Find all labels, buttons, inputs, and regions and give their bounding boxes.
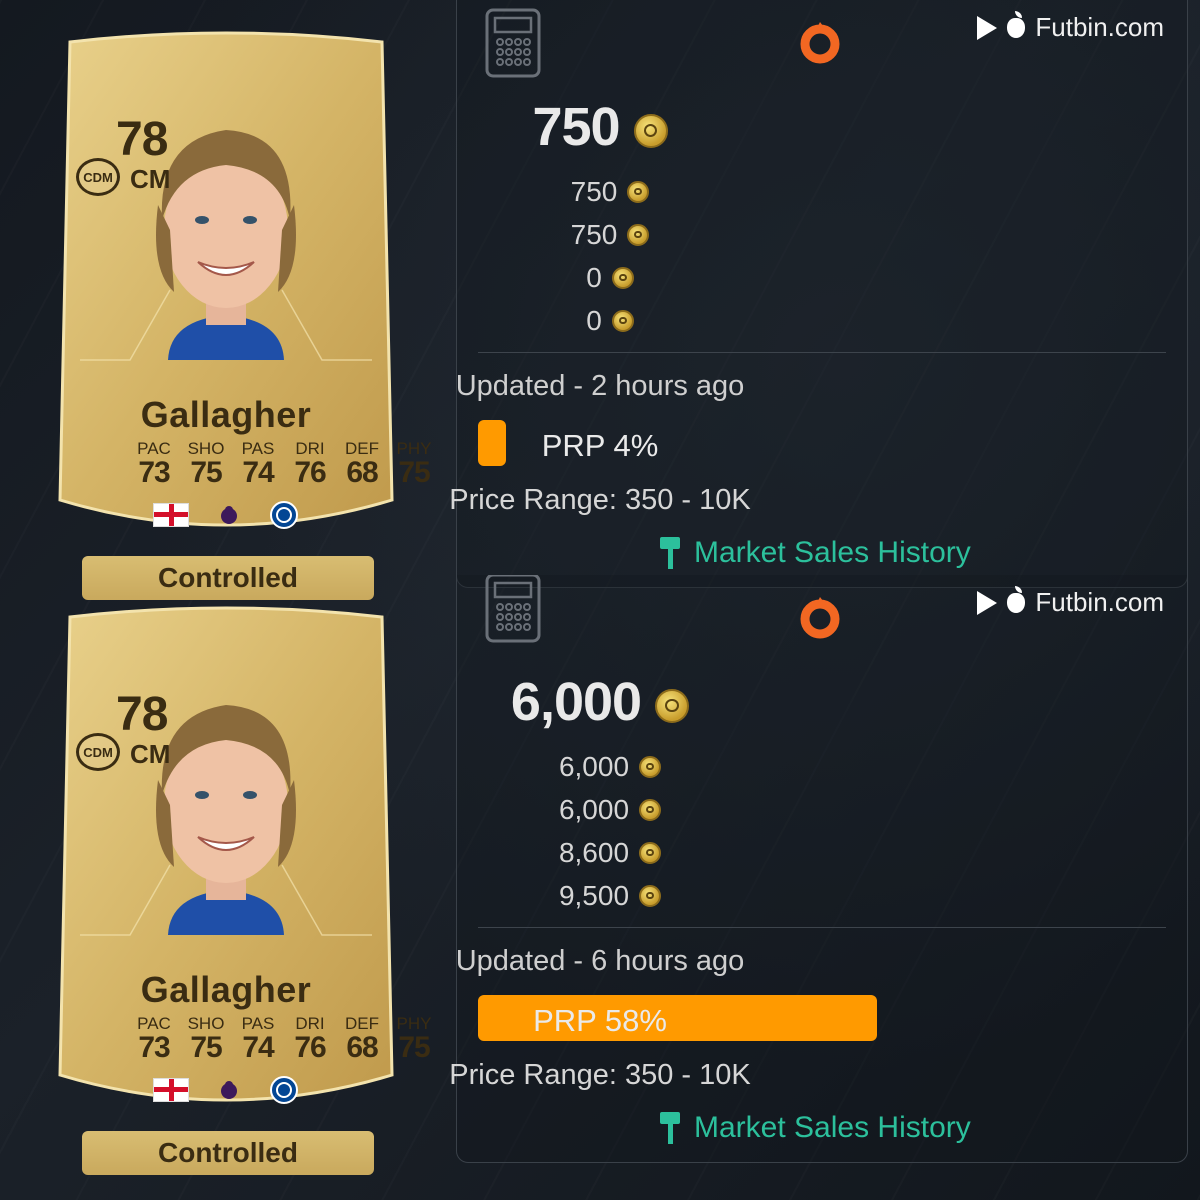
play-store-icon — [977, 590, 998, 615]
coin-icon — [655, 688, 690, 723]
price-list-item: 9,500 — [0, 874, 1200, 917]
price-list-item: 750 — [0, 170, 1200, 213]
price-range: Price Range: 350 - 10K — [449, 484, 751, 516]
price-value: 750 — [570, 175, 618, 207]
main-price-value: 6,000 — [510, 672, 642, 732]
market-sales-history-label: Market Sales History — [694, 1111, 971, 1144]
main-price: 750 — [0, 96, 1200, 158]
player-price-block-1: 78 CDM CM Gallagher PAC 73 SHO 75 PAS 74 DR… — [0, 0, 1200, 600]
divider — [478, 927, 1166, 928]
coin-icon — [627, 223, 650, 246]
price-value: 8,600 — [558, 836, 630, 868]
price-range: Price Range: 350 - 10K — [449, 1059, 751, 1091]
coin-icon — [611, 266, 634, 289]
coin-icon — [639, 798, 662, 821]
apple-icon — [1007, 10, 1026, 38]
price-list: 750 750 0 0 — [0, 170, 1200, 342]
market-sales-history-label: Market Sales History — [694, 536, 971, 569]
price-list-item: 8,600 — [0, 831, 1200, 874]
futbin-label: Futbin.com — [1035, 587, 1164, 617]
platform-brand: Futbin.com — [977, 10, 1164, 43]
coin-icon — [627, 180, 650, 203]
controlled-button[interactable]: Controlled — [82, 1131, 374, 1175]
coin-icon — [633, 113, 668, 148]
play-store-icon — [977, 15, 998, 40]
player-price-block-2: 78 CDM CM Gallagher PAC 73 SHO 75 PAS 74 DR… — [0, 575, 1200, 1200]
apple-icon — [1007, 585, 1026, 613]
coin-icon — [639, 841, 662, 864]
price-list: 6,000 6,000 8,600 9,500 — [0, 745, 1200, 917]
calculator-icon[interactable] — [485, 575, 541, 643]
market-sales-history-link[interactable]: Market Sales History — [660, 1111, 971, 1145]
divider — [478, 352, 1166, 353]
price-list-item: 750 — [0, 213, 1200, 256]
origin-icon — [800, 22, 840, 64]
price-value: 9,500 — [558, 879, 630, 911]
market-sales-history-link[interactable]: Market Sales History — [660, 536, 971, 570]
calculator-icon[interactable] — [485, 8, 541, 78]
price-value: 0 — [586, 261, 602, 293]
main-price-value: 750 — [532, 97, 620, 157]
origin-icon — [800, 597, 840, 639]
price-value: 750 — [570, 218, 618, 250]
updated-time: Updated - 6 hours ago — [455, 945, 745, 977]
price-list-item: 6,000 — [0, 745, 1200, 788]
gavel-icon — [660, 1112, 680, 1144]
prp-label: PRP 4% — [541, 428, 659, 463]
futbin-label: Futbin.com — [1035, 12, 1164, 42]
price-list-item: 6,000 — [0, 788, 1200, 831]
price-value: 0 — [586, 304, 602, 336]
coin-icon — [639, 755, 662, 778]
gavel-icon — [660, 537, 680, 569]
platform-brand: Futbin.com — [977, 585, 1164, 618]
price-value: 6,000 — [558, 750, 630, 782]
main-price: 6,000 — [0, 671, 1200, 733]
coin-icon — [611, 309, 634, 332]
price-list-item: 0 — [0, 256, 1200, 299]
updated-time: Updated - 2 hours ago — [455, 370, 745, 402]
price-value: 6,000 — [558, 793, 630, 825]
coin-icon — [639, 884, 662, 907]
prp-label: PRP 58% — [533, 1003, 667, 1038]
price-list-item: 0 — [0, 299, 1200, 342]
